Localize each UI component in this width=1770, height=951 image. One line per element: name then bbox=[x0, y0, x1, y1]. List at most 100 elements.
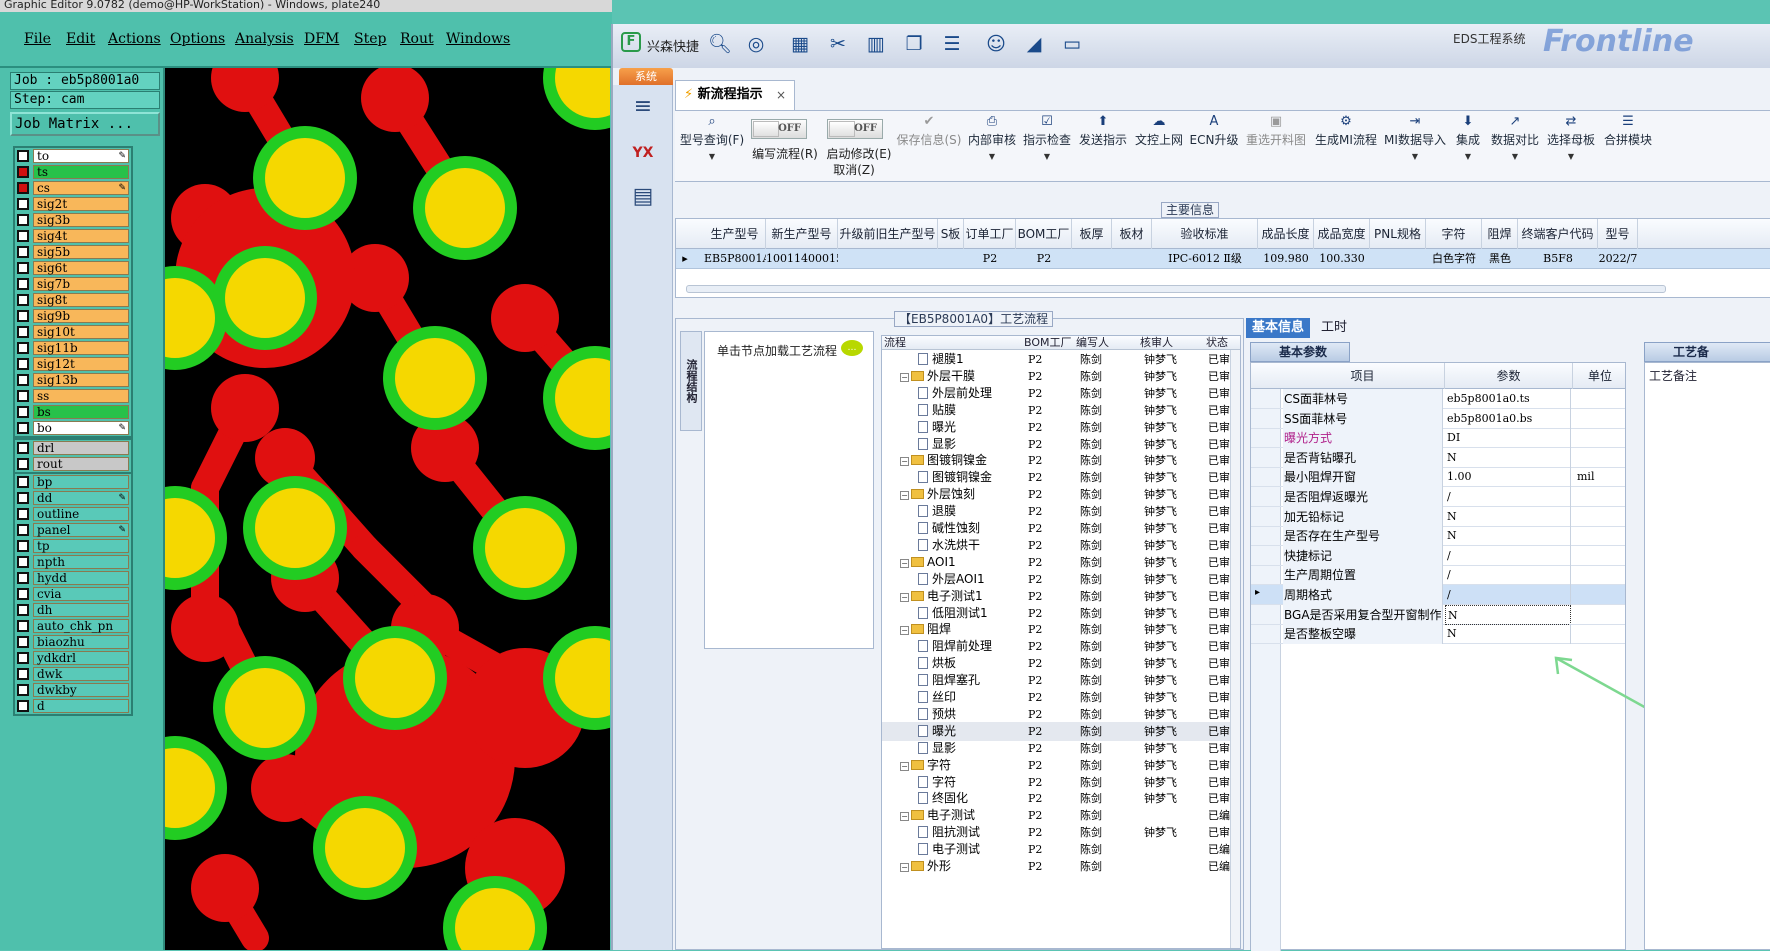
layer-row[interactable]: ss bbox=[15, 388, 131, 404]
layer-name[interactable]: dh bbox=[33, 603, 129, 617]
expand-icon[interactable]: − bbox=[900, 372, 909, 382]
param-row[interactable]: 是否阻焊返曝光 / bbox=[1251, 487, 1625, 507]
layer-name[interactable]: bo ✎ bbox=[33, 421, 129, 435]
integrate-button[interactable]: ⬇ 集成 ▼ bbox=[1451, 113, 1485, 161]
layer-row[interactable]: auto_chk_pn bbox=[15, 618, 131, 634]
save-info-button[interactable]: ✔ 保存信息(S) bbox=[895, 113, 963, 148]
check-instruction-button[interactable]: ☑ 指示检查 ▼ bbox=[1021, 113, 1073, 161]
film-icon[interactable]: ▥ bbox=[863, 32, 889, 56]
param-value[interactable]: / bbox=[1445, 487, 1571, 507]
layer-name[interactable]: sig5b bbox=[33, 245, 129, 259]
layer-checkbox[interactable] bbox=[17, 572, 29, 584]
menu-rout[interactable]: Rout bbox=[400, 31, 434, 47]
layer-row[interactable]: d bbox=[15, 698, 131, 714]
param-row[interactable]: SS面菲林号 eb5p8001a0.bs bbox=[1251, 408, 1625, 429]
yx-factory-icon[interactable]: YX bbox=[627, 137, 659, 169]
doc-upload-button[interactable]: ☁ 文控上网 bbox=[1133, 113, 1185, 148]
layer-checkbox[interactable] bbox=[17, 342, 29, 354]
system-tab[interactable]: 系统 bbox=[619, 68, 673, 85]
layer-checkbox[interactable] bbox=[17, 540, 29, 552]
layer-checkbox[interactable] bbox=[17, 476, 29, 488]
layer-row[interactable]: bo ✎ bbox=[15, 420, 131, 436]
layer-row[interactable]: dwkby bbox=[15, 682, 131, 698]
user-icon[interactable]: ☺ bbox=[983, 32, 1009, 56]
layer-checkbox[interactable] bbox=[17, 214, 29, 226]
layer-row[interactable]: cs ✎ bbox=[15, 180, 131, 196]
layer-name[interactable]: dd ✎ bbox=[33, 491, 129, 505]
area-chart-icon[interactable]: ◢ bbox=[1021, 32, 1047, 56]
layer-checkbox[interactable] bbox=[17, 262, 29, 274]
param-value[interactable]: eb5p8001a0.bs bbox=[1445, 408, 1571, 429]
select-template-button[interactable]: ⇄ 选择母板 ▼ bbox=[1545, 113, 1597, 161]
param-value[interactable]: N bbox=[1445, 604, 1571, 625]
layer-checkbox[interactable] bbox=[17, 442, 29, 454]
layer-checkbox[interactable] bbox=[17, 310, 29, 322]
menu-dfm[interactable]: DFM bbox=[304, 31, 339, 47]
send-instruction-button[interactable]: ⬆ 发送指示 bbox=[1077, 113, 1129, 148]
layer-row[interactable]: ydkdrl bbox=[15, 650, 131, 666]
layer-checkbox[interactable] bbox=[17, 620, 29, 632]
param-row[interactable]: 是否存在生产型号 N bbox=[1251, 526, 1625, 547]
layer-name[interactable]: ts bbox=[33, 165, 129, 179]
layer-name[interactable]: biaozhu bbox=[33, 635, 129, 649]
layer-name[interactable]: sig3b bbox=[33, 213, 129, 227]
layer-row[interactable]: cvia bbox=[15, 586, 131, 602]
layer-row[interactable]: rout bbox=[15, 456, 131, 472]
menu-edit[interactable]: Edit bbox=[66, 31, 95, 47]
layer-row[interactable]: sig11b bbox=[15, 340, 131, 356]
layer-row[interactable]: sig13b bbox=[15, 372, 131, 388]
layer-name[interactable]: sig10t bbox=[33, 325, 129, 339]
layer-row[interactable]: dwk bbox=[15, 666, 131, 682]
param-value[interactable]: N bbox=[1445, 506, 1571, 527]
scissors-icon[interactable]: ✂ bbox=[825, 32, 851, 56]
param-value[interactable]: N bbox=[1445, 447, 1571, 468]
layer-name[interactable]: sig8t bbox=[33, 293, 129, 307]
layer-row[interactable]: sig8t bbox=[15, 292, 131, 308]
expand-icon[interactable]: − bbox=[900, 812, 909, 822]
layer-checkbox[interactable] bbox=[17, 358, 29, 370]
layer-checkbox[interactable] bbox=[17, 422, 29, 434]
param-row[interactable]: CS面菲林号 eb5p8001a0.ts bbox=[1251, 389, 1625, 409]
param-value[interactable]: N bbox=[1445, 526, 1571, 547]
layer-row[interactable]: dh bbox=[15, 602, 131, 618]
layer-row[interactable]: sig10t bbox=[15, 324, 131, 340]
mi-import-button[interactable]: ⇥ MI数据导入 ▼ bbox=[1383, 113, 1447, 161]
param-value[interactable]: eb5p8001a0.ts bbox=[1445, 389, 1571, 409]
expand-icon[interactable]: − bbox=[900, 558, 909, 568]
layer-checkbox[interactable] bbox=[17, 246, 29, 258]
layer-row[interactable]: sig7b bbox=[15, 276, 131, 292]
layer-row[interactable]: ts bbox=[15, 164, 131, 180]
internal-review-button[interactable]: ⎙ 内部审核 ▼ bbox=[967, 113, 1017, 161]
layer-checkbox[interactable] bbox=[17, 150, 29, 162]
layer-name[interactable]: panel ✎ bbox=[33, 523, 129, 537]
layer-row[interactable]: biaozhu bbox=[15, 634, 131, 650]
menu-file[interactable]: File bbox=[24, 31, 51, 47]
globe-icon[interactable]: ◎ bbox=[743, 32, 769, 56]
layer-checkbox[interactable] bbox=[17, 508, 29, 520]
expand-icon[interactable]: − bbox=[900, 592, 909, 602]
layer-checkbox[interactable] bbox=[17, 588, 29, 600]
layer-checkbox[interactable] bbox=[17, 556, 29, 568]
layer-name[interactable]: to ✎ bbox=[33, 149, 129, 163]
expand-icon[interactable]: − bbox=[900, 863, 909, 872]
layer-row[interactable]: outline bbox=[15, 506, 131, 522]
process-structure-tab[interactable]: 流程结构 bbox=[680, 331, 702, 431]
layer-checkbox[interactable] bbox=[17, 374, 29, 386]
layer-row[interactable]: tp bbox=[15, 538, 131, 554]
layer-checkbox[interactable] bbox=[17, 390, 29, 402]
param-row[interactable]: 是否整板空曝 N bbox=[1251, 624, 1625, 645]
list-icon[interactable]: ☰ bbox=[939, 32, 965, 56]
layer-row[interactable]: sig4t bbox=[15, 228, 131, 244]
layer-row[interactable]: sig3b bbox=[15, 212, 131, 228]
param-value[interactable]: / bbox=[1445, 585, 1571, 605]
expand-icon[interactable]: − bbox=[900, 457, 909, 467]
menu-actions[interactable]: Actions bbox=[108, 31, 161, 47]
data-compare-button[interactable]: ↗ 数据对比 ▼ bbox=[1489, 113, 1541, 161]
horizontal-scrollbar[interactable] bbox=[686, 285, 1666, 293]
layer-name[interactable]: npth bbox=[33, 555, 129, 569]
expand-icon[interactable]: − bbox=[900, 761, 909, 771]
grid-icon[interactable]: ▦ bbox=[787, 32, 813, 56]
layer-name[interactable]: sig12t bbox=[33, 357, 129, 371]
layer-checkbox[interactable] bbox=[17, 406, 29, 418]
expand-icon[interactable]: − bbox=[900, 626, 909, 636]
